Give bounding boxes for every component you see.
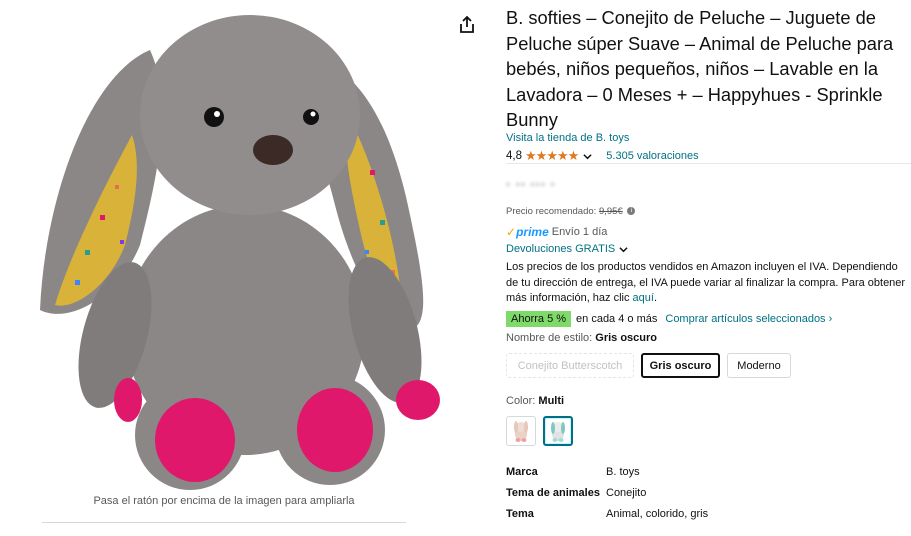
star-icon: ★ bbox=[535, 148, 548, 163]
vat-note: Los precios de los productos vendidos en… bbox=[506, 260, 911, 307]
star-icon: ★ bbox=[546, 148, 558, 163]
style-label: Nombre de estilo: Gris oscuro bbox=[506, 332, 657, 344]
color-swatches bbox=[506, 416, 580, 446]
foot-right-pad bbox=[297, 388, 373, 472]
free-returns-link[interactable]: Devoluciones GRATIS bbox=[506, 243, 628, 255]
color-swatch-multi[interactable] bbox=[543, 416, 573, 446]
product-title: B. softies – Conejito de Peluche – Jugue… bbox=[506, 7, 894, 131]
image-panel: Pasa el ratón por encima de la imagen pa… bbox=[0, 0, 480, 536]
spec-value: Animal, colorido, gris bbox=[606, 508, 709, 520]
returns-label: Devoluciones GRATIS bbox=[506, 243, 616, 255]
rating-row: 4,8 ★ ★ ★ ★ ★ 5.305 valoraciones bbox=[506, 148, 699, 164]
head bbox=[140, 15, 360, 215]
prime-check-icon: ✓ bbox=[506, 225, 517, 239]
style-selected-value: Gris oscuro bbox=[595, 332, 658, 344]
style-option-butterscotch[interactable]: Conejito Butterscotch bbox=[506, 353, 634, 378]
spec-key: Tema bbox=[506, 508, 534, 520]
bunny-thumbnail-icon bbox=[551, 422, 565, 442]
divider bbox=[506, 163, 911, 164]
product-image[interactable] bbox=[30, 5, 460, 490]
product-details: B. softies – Conejito de Peluche – Jugue… bbox=[506, 0, 911, 536]
image-hover-hint: Pasa el ratón por encima de la imagen pa… bbox=[93, 495, 355, 507]
spec-key: Tema de animales bbox=[506, 487, 600, 499]
style-label-text: Nombre de estilo: bbox=[506, 332, 596, 344]
spec-value: B. toys bbox=[606, 466, 640, 478]
shipping-text: Envío 1 día bbox=[551, 226, 608, 238]
vat-note-end: . bbox=[653, 292, 658, 304]
prime-logo: prime bbox=[516, 225, 549, 239]
table-row: Tema de animales Conejito bbox=[506, 487, 911, 508]
vat-more-info-link[interactable]: aquí bbox=[633, 292, 654, 304]
chevron-down-icon bbox=[619, 246, 628, 252]
star-icon: ★ bbox=[525, 148, 537, 163]
specs-table: Marca B. toys Tema de animales Conejito … bbox=[506, 466, 911, 529]
star-icon: ★ bbox=[567, 148, 580, 163]
reviews-link[interactable]: 5.305 valoraciones bbox=[606, 150, 698, 162]
divider bbox=[42, 522, 406, 523]
info-icon[interactable]: i bbox=[627, 207, 636, 216]
foot-left-pad bbox=[155, 398, 235, 482]
bunny-thumbnail-icon bbox=[514, 421, 528, 442]
rating-value: 4,8 bbox=[506, 150, 522, 162]
nose bbox=[253, 135, 293, 165]
color-swatch-beige[interactable] bbox=[506, 416, 536, 446]
eye-right bbox=[303, 109, 319, 125]
star-rating[interactable]: ★ ★ ★ ★ ★ bbox=[525, 148, 580, 163]
color-label-text: Color: bbox=[506, 395, 539, 407]
recommended-price-label: Precio recomendado: bbox=[506, 206, 597, 217]
eye-left bbox=[204, 107, 224, 127]
color-selected-value: Multi bbox=[538, 395, 565, 407]
style-option-gris-oscuro[interactable]: Gris oscuro bbox=[641, 353, 720, 378]
share-icon[interactable] bbox=[456, 14, 478, 36]
table-row: Marca B. toys bbox=[506, 466, 911, 487]
paw-right bbox=[396, 380, 440, 420]
color-label: Color: Multi bbox=[506, 395, 564, 407]
paw-left bbox=[114, 378, 142, 422]
recommended-price: Precio recomendado: 9,95€ i bbox=[506, 206, 636, 217]
promo-row: Ahorra 5 % en cada 4 o más Comprar artíc… bbox=[506, 311, 832, 327]
store-link[interactable]: Visita la tienda de B. toys bbox=[506, 132, 629, 144]
recommended-price-value: 9,95€ bbox=[598, 206, 623, 217]
star-icon: ★ bbox=[556, 148, 569, 163]
vat-note-text: Los precios de los productos vendidos en… bbox=[506, 261, 906, 304]
promo-text: en cada 4 o más bbox=[576, 313, 658, 325]
style-options: Conejito Butterscotch Gris oscuro Modern… bbox=[506, 353, 798, 378]
prime-row: ✓ prime Envío 1 día bbox=[506, 225, 607, 239]
promo-link[interactable]: Comprar artículos seleccionados › bbox=[665, 313, 832, 325]
chevron-down-icon[interactable] bbox=[583, 152, 592, 161]
blurred-price: ▪ ▪▪ ▪▪▪ ▪ bbox=[506, 177, 556, 191]
table-row: Tema Animal, colorido, gris bbox=[506, 508, 911, 529]
spec-value: Conejito bbox=[606, 487, 647, 499]
spec-key: Marca bbox=[506, 466, 538, 478]
style-option-moderno[interactable]: Moderno bbox=[727, 353, 791, 378]
savings-badge: Ahorra 5 % bbox=[506, 311, 572, 327]
